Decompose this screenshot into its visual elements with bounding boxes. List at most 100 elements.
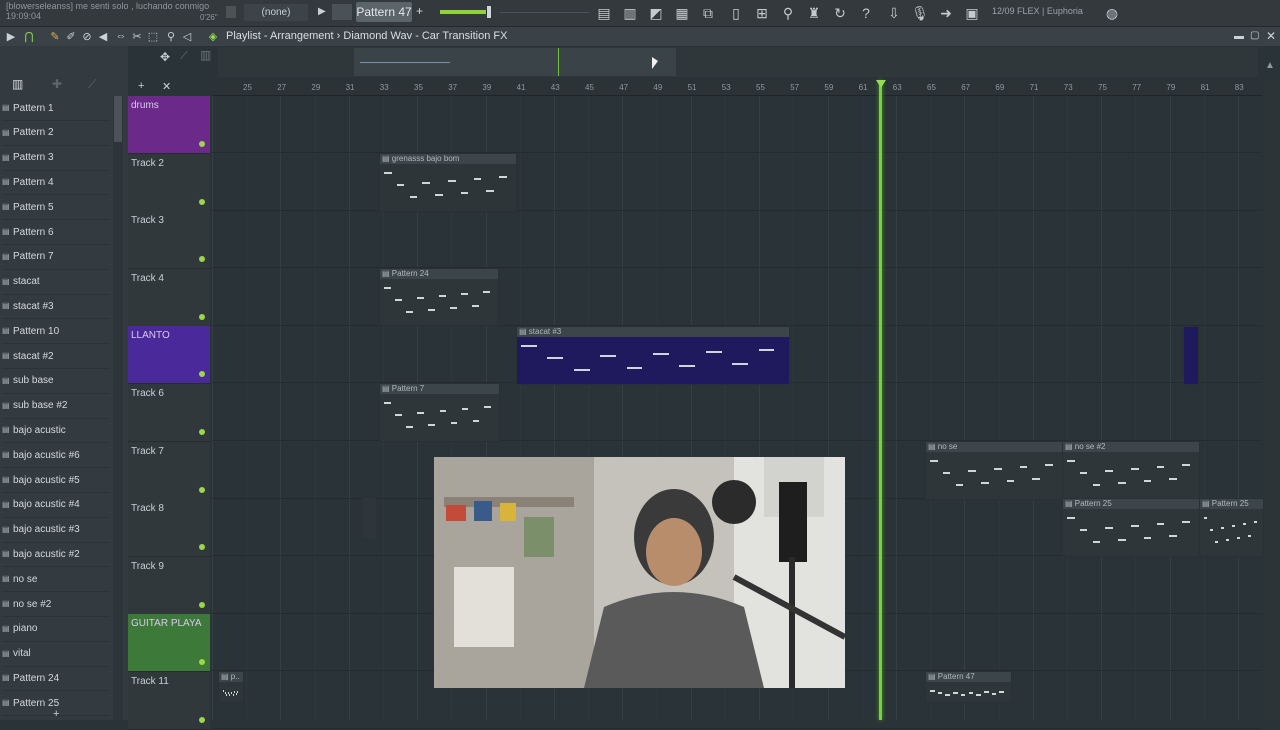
track-header[interactable]: Track 7 [128, 441, 210, 500]
project-name[interactable]: Diamond Wav - Car Transition FX [343, 30, 507, 42]
pattern-item[interactable]: ▤ sub base [2, 369, 110, 394]
playlist-clip[interactable]: ▤ stacat #3 [516, 326, 790, 385]
pattern-item[interactable]: ▤ Pattern 3 [2, 146, 110, 171]
playlist-window-icon[interactable]: ▤ [594, 3, 614, 23]
delete-tool-icon[interactable]: ⊘ [80, 29, 94, 43]
track-header[interactable]: Track 4 [128, 268, 210, 327]
track-enable-dot[interactable] [199, 544, 205, 551]
track-header[interactable]: LLANTO [128, 326, 210, 385]
playlist-clip[interactable]: ▤ Pattern 25 [1199, 498, 1264, 557]
piano-roll-icon[interactable]: ▥ [620, 3, 640, 23]
play-icon[interactable]: ▶ [318, 6, 326, 17]
playlist-clip[interactable]: ▤ grenasss bajo bom [379, 153, 517, 212]
track-header[interactable]: drums [128, 96, 210, 154]
track-header[interactable]: Track 2 [128, 153, 210, 212]
track-enable-dot[interactable] [199, 141, 205, 147]
pattern-item[interactable]: ▤ stacat #2 [2, 344, 110, 369]
playhead-marker[interactable] [876, 80, 886, 88]
playlist-clip[interactable]: ▤ no se [925, 441, 1063, 500]
pattern-item[interactable]: ▤ Pattern 24 [2, 666, 110, 692]
master-volume-knob[interactable] [487, 6, 491, 18]
pattern-item[interactable]: ▤ sub base #2 [2, 394, 110, 419]
pattern-none-select[interactable]: (none) [244, 4, 308, 21]
track-name[interactable]: Track 3 [131, 215, 164, 226]
link-icon[interactable]: ⟋ [180, 50, 188, 63]
vertical-scrollbar[interactable] [1264, 79, 1280, 720]
zoom-tool-icon[interactable]: ⚲ [164, 29, 178, 43]
pattern-item[interactable]: ▤ stacat [2, 270, 110, 295]
pattern-item[interactable]: ▤ Pattern 10 [2, 319, 110, 345]
channel-rack-icon[interactable]: ◩ [646, 3, 666, 23]
pattern-item[interactable]: ▤ bajo acustic #2 [2, 542, 110, 568]
track-enable-dot[interactable] [199, 717, 205, 723]
slice-tool-icon[interactable]: ✂ [130, 29, 144, 43]
arrangement-icon[interactable]: ◈ [206, 29, 220, 43]
minimize-icon[interactable]: ▬ [1234, 31, 1244, 42]
pattern-item[interactable]: ▤ Pattern 2 [2, 121, 110, 146]
file-icon[interactable]: ▯ [726, 3, 746, 23]
browser-icon[interactable]: ⧉ [698, 3, 718, 23]
record-button[interactable] [226, 6, 236, 18]
pattern-item[interactable]: ▤ no se #2 [2, 592, 110, 617]
play-pattern-icon[interactable]: ▶ [4, 29, 18, 43]
plugin-news-label[interactable]: 12/09 FLEX | Euphoria [992, 6, 1083, 16]
track-enable-dot[interactable] [199, 659, 205, 666]
pattern-item[interactable]: ▤ Pattern 7 [2, 245, 110, 270]
pattern-item[interactable]: ▤ bajo acustic #4 [2, 493, 110, 518]
track-name[interactable]: GUITAR PLAYA [131, 618, 202, 629]
small-clip[interactable] [1183, 326, 1199, 385]
picker-audio-icon[interactable]: ✚ [52, 77, 62, 91]
pattern-item[interactable]: ▤ piano [2, 617, 110, 642]
playback-tool-icon[interactable]: ◁ [180, 29, 194, 43]
playlist-clip[interactable]: ▤ Pattern 47 [925, 671, 1012, 703]
picker-scroll-thumb[interactable] [114, 96, 122, 142]
microphone-icon[interactable]: 🎙 [910, 3, 930, 23]
pattern-item[interactable]: ▤ no se [2, 567, 110, 593]
pattern-item[interactable]: ▤ Pattern 4 [2, 170, 110, 196]
picker-automation-icon[interactable]: ⟋ [88, 77, 96, 92]
slip-tool-icon[interactable]: ⇔ [114, 29, 128, 43]
track-name[interactable]: Track 6 [131, 388, 164, 399]
track-name[interactable]: Track 7 [131, 446, 164, 457]
undo-icon[interactable]: ↻ [830, 3, 850, 23]
picker-icon[interactable]: ▥ [12, 77, 23, 91]
pattern-item[interactable]: ▤ Pattern 1 [2, 96, 110, 121]
track-enable-dot[interactable] [199, 198, 205, 205]
mute-tool-icon[interactable]: ◀ [96, 29, 110, 43]
track-enable-dot[interactable] [199, 313, 205, 320]
help-icon[interactable]: ? [856, 3, 876, 23]
pattern-item[interactable]: ▤ bajo acustic #6 [2, 443, 110, 469]
pencil-tool-icon[interactable]: ✎ [48, 29, 62, 43]
playlist-clip[interactable]: ▤ Pattern 24 [379, 268, 499, 326]
close-icon[interactable]: ✕ [1266, 29, 1276, 43]
pattern-prev-button[interactable] [332, 4, 352, 20]
playhead[interactable] [879, 80, 882, 720]
pin-icon[interactable]: ⚲ [778, 3, 798, 23]
playlist-clip[interactable]: ▤ Pattern 7 [379, 383, 500, 442]
track-enable-dot[interactable] [199, 429, 205, 435]
scroll-up-icon[interactable]: ▲ [1265, 60, 1279, 74]
track-enable-dot[interactable] [199, 371, 205, 378]
paint-tool-icon[interactable]: ✐ [64, 29, 78, 43]
playlist-clip[interactable]: ▤ p.. [218, 671, 244, 703]
select-tool-icon[interactable]: ⬚ [146, 29, 160, 43]
pattern-selector[interactable]: Pattern 47 [356, 2, 412, 22]
track-header[interactable]: Track 11 [128, 672, 210, 730]
mixer-icon[interactable]: ▦ [672, 3, 692, 23]
metronome-icon[interactable]: ♜ [804, 3, 824, 23]
track-name[interactable]: Track 4 [131, 273, 164, 284]
pattern-item[interactable]: ▤ bajo acustic #3 [2, 518, 110, 543]
track-name[interactable]: drums [131, 100, 159, 111]
grid-icon[interactable]: ▥ [200, 48, 211, 62]
playlist-clip[interactable]: ▤ no se #2 [1062, 441, 1200, 500]
maximize-icon[interactable]: ▢ [1250, 30, 1259, 41]
picker-add-icon[interactable]: + [53, 708, 59, 720]
pattern-item[interactable]: ▤ bajo acustic [2, 418, 110, 444]
track-enable-dot[interactable] [199, 601, 205, 608]
track-name[interactable]: Track 11 [131, 676, 169, 687]
track-name[interactable]: LLANTO [131, 330, 170, 341]
track-name[interactable]: Track 9 [131, 561, 164, 572]
remove-icon[interactable]: ✕ [162, 80, 171, 93]
track-header[interactable]: Track 8 [128, 499, 210, 558]
small-clip[interactable] [362, 498, 376, 538]
